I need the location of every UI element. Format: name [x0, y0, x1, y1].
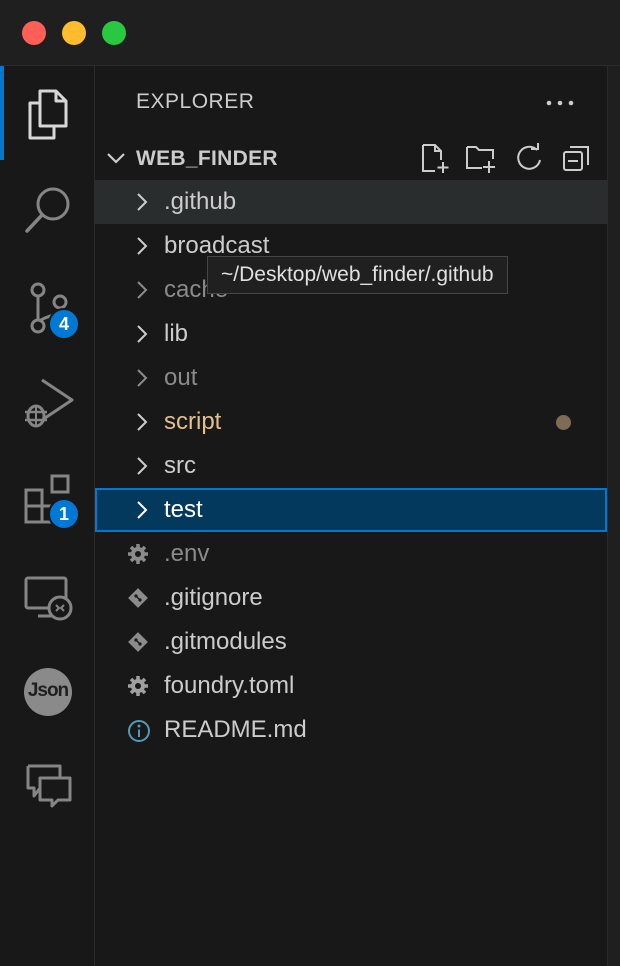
folder-item-script[interactable]: script — [95, 400, 607, 444]
file-label: .env — [164, 540, 210, 567]
activity-bar: 4 1 Json — [0, 66, 95, 966]
folder-item-src[interactable]: src — [95, 444, 607, 488]
json-activity-button[interactable]: Json — [0, 656, 94, 736]
file-label: .gitignore — [164, 584, 263, 611]
extensions-badge: 1 — [48, 498, 80, 530]
git-icon — [128, 588, 148, 608]
file-label: src — [164, 452, 196, 479]
gear-icon — [128, 676, 148, 696]
collapse-all-icon[interactable] — [561, 142, 593, 174]
chat-icon — [26, 764, 72, 808]
file-label: test — [164, 496, 203, 523]
explorer-activity-button[interactable] — [0, 66, 94, 160]
folder-name: WEB_FINDER — [136, 147, 278, 170]
source-control-badge: 4 — [48, 308, 80, 340]
modified-indicator — [556, 415, 571, 430]
new-file-icon[interactable] — [419, 142, 451, 174]
chevron-right-icon — [137, 369, 148, 387]
remote-explorer-icon — [24, 576, 73, 621]
run-debug-activity-button[interactable] — [0, 366, 94, 446]
chevron-right-icon — [137, 457, 148, 475]
sidebar-title: EXPLORER — [136, 90, 255, 113]
path-tooltip: ~/Desktop/web_finder/.github — [207, 256, 508, 294]
file-label: foundry.toml — [164, 672, 295, 699]
chevron-right-icon — [137, 501, 148, 519]
source-control-activity-button[interactable]: 4 — [0, 266, 94, 346]
folder-item-lib[interactable]: lib — [95, 312, 607, 356]
folder-item-test[interactable]: test — [95, 488, 607, 532]
file-item-foundry-toml[interactable]: foundry.toml — [95, 664, 607, 708]
file-label: script — [164, 408, 222, 435]
file-item-env[interactable]: .env — [95, 532, 607, 576]
folder-section-header[interactable]: WEB_FINDER — [95, 136, 607, 180]
file-item-gitignore[interactable]: .gitignore — [95, 576, 607, 620]
maximize-window-button[interactable] — [102, 21, 126, 45]
chevron-right-icon — [137, 413, 148, 431]
search-icon — [25, 187, 70, 233]
explorer-sidebar: EXPLORER WEB_FINDER .github broadcast ca… — [95, 66, 607, 966]
file-label: .gitmodules — [164, 628, 287, 655]
remote-explorer-activity-button[interactable] — [0, 562, 94, 642]
gear-icon — [128, 544, 148, 564]
chevron-right-icon — [137, 237, 148, 255]
sidebar-header: EXPLORER — [95, 66, 607, 136]
info-icon — [128, 720, 150, 742]
folder-item-github[interactable]: .github — [95, 180, 607, 224]
file-label: README.md — [164, 716, 307, 743]
file-label: .github — [164, 188, 237, 215]
file-label: lib — [164, 320, 189, 347]
refresh-icon[interactable] — [513, 142, 545, 174]
new-folder-icon[interactable] — [465, 142, 497, 174]
folder-item-out[interactable]: out — [95, 356, 607, 400]
chat-activity-button[interactable] — [0, 752, 94, 832]
files-icon — [28, 89, 68, 140]
git-icon — [128, 632, 148, 652]
run-debug-icon — [25, 378, 74, 428]
extensions-activity-button[interactable]: 1 — [0, 462, 94, 542]
json-label: Json — [27, 680, 69, 701]
chevron-right-icon — [137, 193, 148, 211]
close-window-button[interactable] — [22, 21, 46, 45]
chevron-down-icon — [107, 153, 125, 164]
chevron-right-icon — [137, 325, 148, 343]
chevron-right-icon — [137, 281, 148, 299]
file-item-gitmodules[interactable]: .gitmodules — [95, 620, 607, 664]
file-item-readme[interactable]: README.md — [95, 708, 607, 752]
title-bar — [0, 0, 620, 66]
more-actions-icon[interactable] — [545, 88, 575, 118]
file-label: out — [164, 364, 198, 391]
search-activity-button[interactable] — [0, 170, 94, 250]
editor-area-edge — [607, 66, 620, 966]
minimize-window-button[interactable] — [62, 21, 86, 45]
